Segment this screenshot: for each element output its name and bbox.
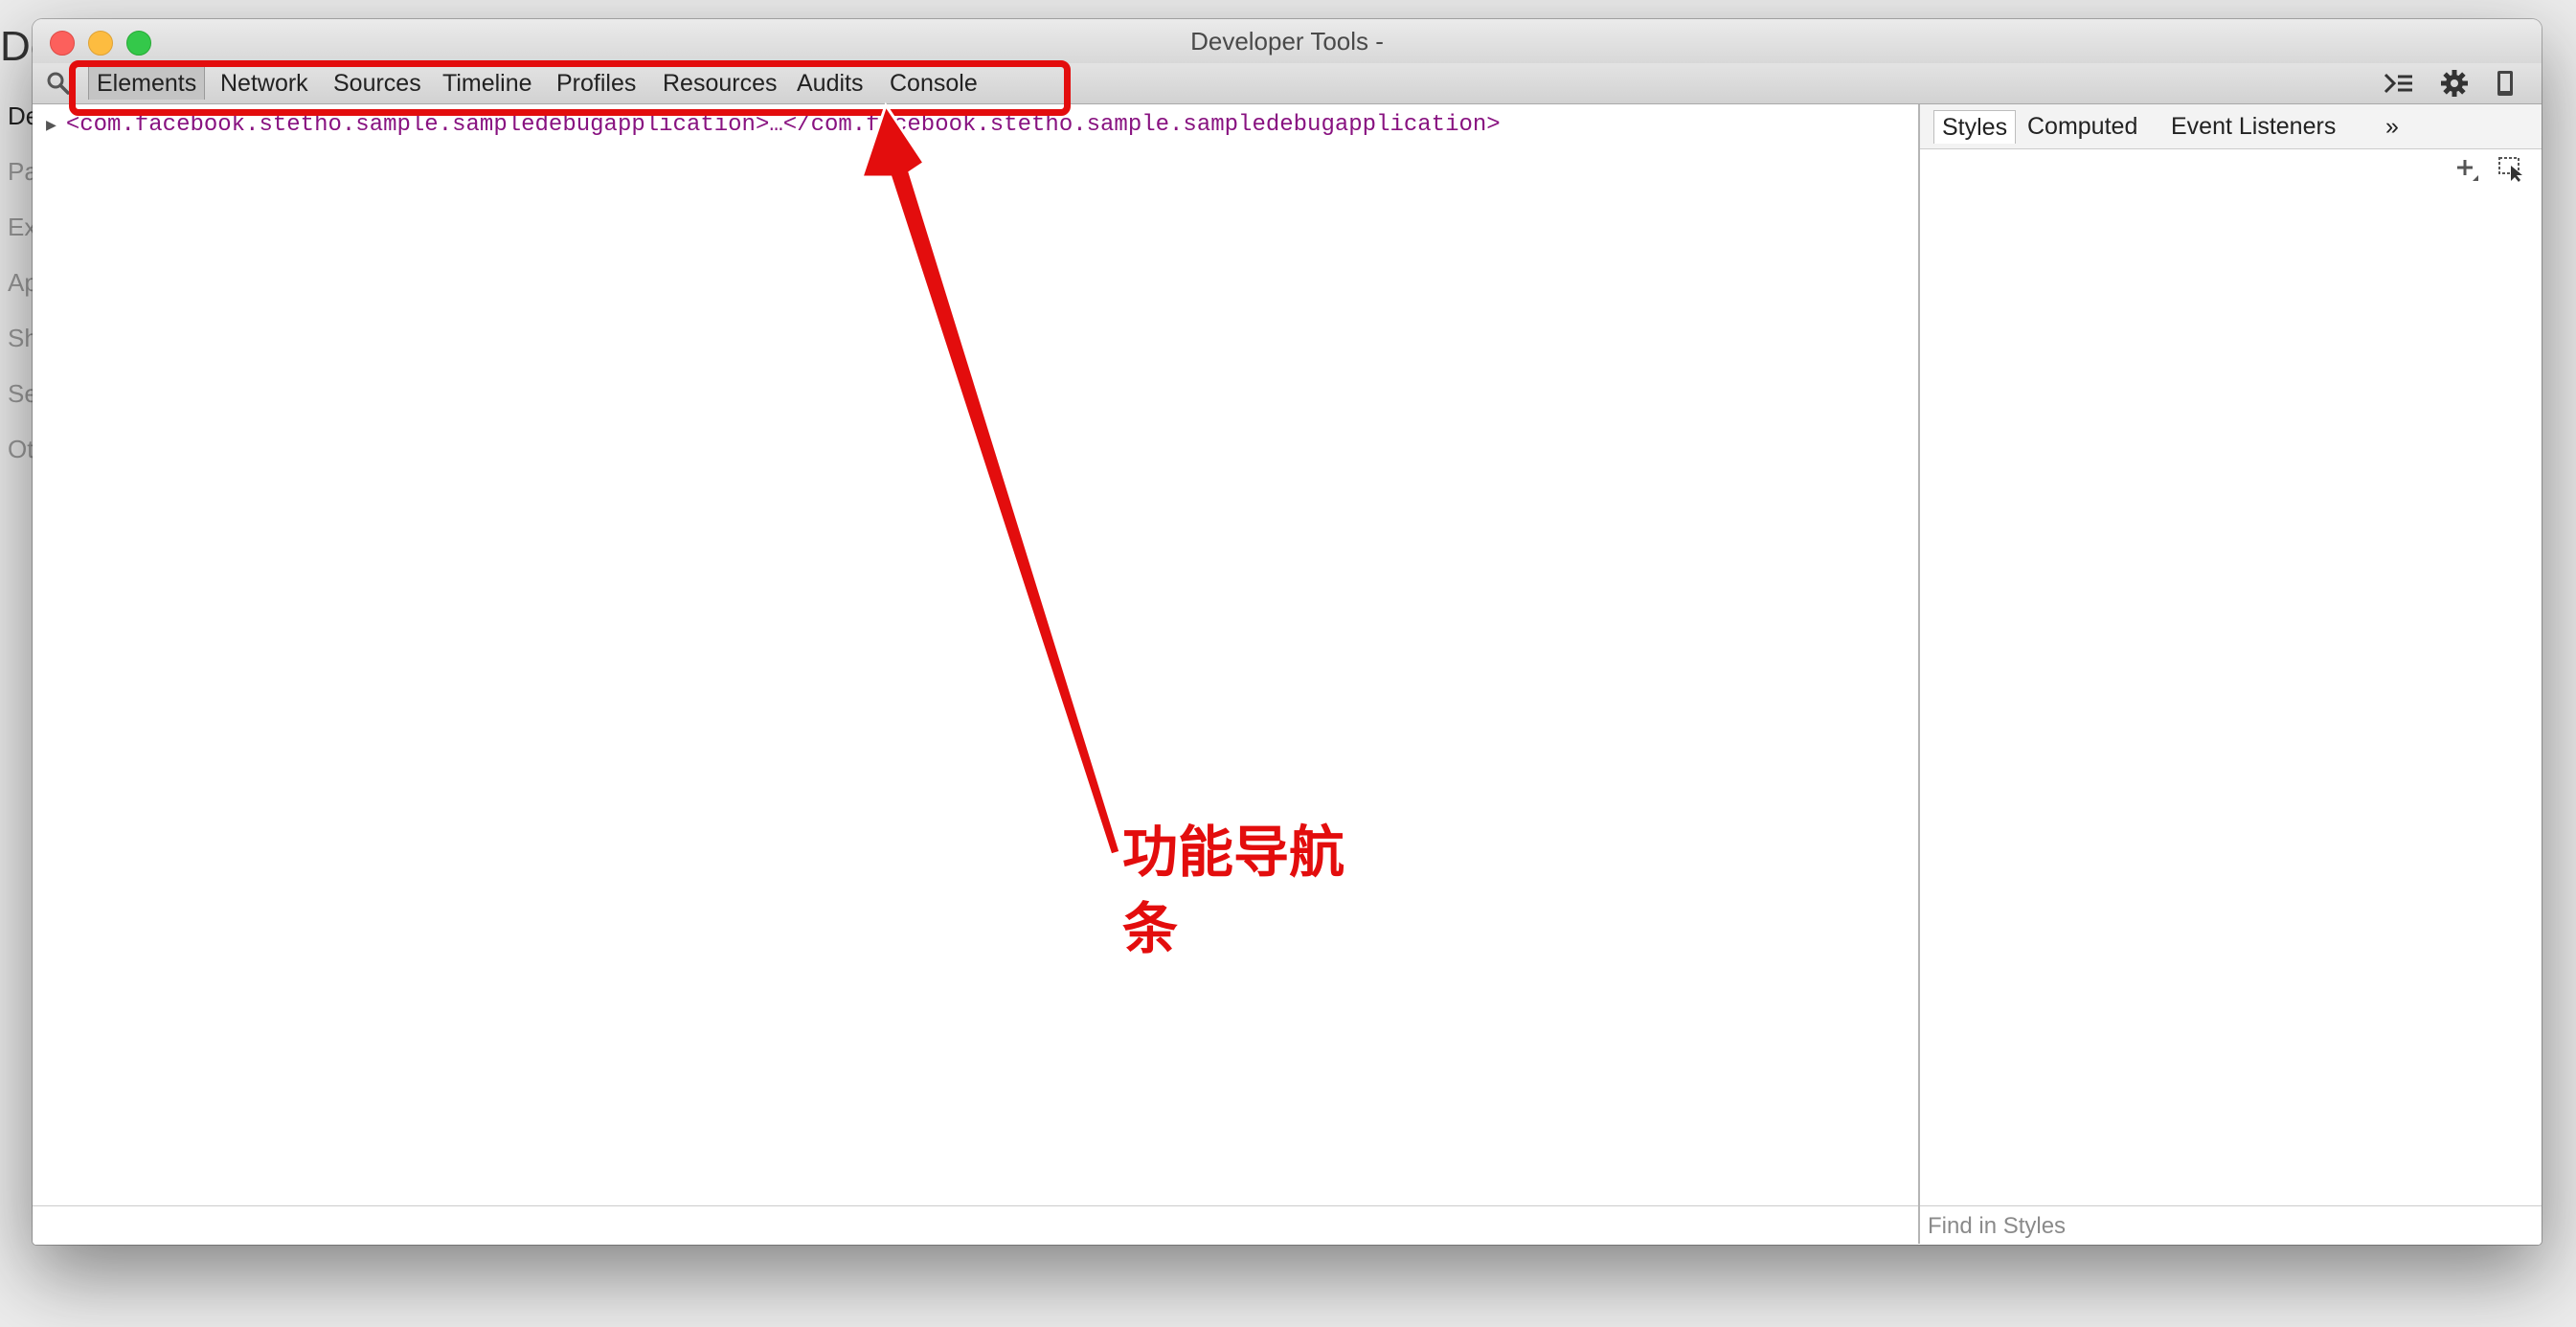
toggle-element-state-icon[interactable] — [2497, 156, 2528, 188]
window-minimize-button[interactable] — [88, 31, 113, 56]
dom-tree-row[interactable]: ▶ <com.facebook.stetho.sample.sampledebug… — [46, 112, 1501, 138]
title-bar: Developer Tools - — [33, 19, 2542, 63]
add-rule-icon[interactable] — [2453, 156, 2480, 188]
tab-event-listeners[interactable]: Event Listeners — [2163, 110, 2343, 143]
annotation-label: 功能导航 条 — [1122, 814, 1371, 967]
console-drawer-icon[interactable] — [2383, 69, 2415, 98]
gear-icon[interactable] — [2438, 69, 2471, 98]
find-in-styles-input[interactable] — [1926, 1210, 2533, 1243]
sidebar-tab-bar: Styles Computed Event Listeners » — [1920, 104, 2542, 149]
styles-toolbar — [2453, 156, 2528, 188]
devtools-window: Developer Tools - Elements Network Sourc… — [33, 19, 2542, 1245]
search-icon[interactable] — [46, 71, 71, 96]
background-nav-item[interactable]: Ot — [8, 435, 34, 464]
elements-dom-tree: ▶ <com.facebook.stetho.sample.sampledebug… — [33, 104, 1918, 1205]
tab-styles[interactable]: Styles — [1933, 110, 2017, 144]
window-maximize-button[interactable] — [126, 31, 151, 56]
device-mode-icon[interactable] — [2490, 69, 2522, 98]
breadcrumb-bar — [33, 1205, 1918, 1245]
window-title: Developer Tools - — [1190, 27, 1384, 56]
expand-triangle-icon[interactable]: ▶ — [46, 117, 56, 136]
tab-computed[interactable]: Computed — [2020, 110, 2145, 143]
styles-filter-bar — [1920, 1205, 2542, 1245]
styles-sidebar: Styles Computed Event Listeners » — [1920, 104, 2542, 1205]
annotation-label-line: 功能导航 — [1122, 820, 1345, 885]
annotation-label-line: 条 — [1122, 896, 1179, 961]
dom-node-text: <com.facebook.stetho.sample.sampledebuga… — [65, 112, 1501, 138]
annotation-highlight-box — [69, 60, 1071, 116]
window-close-button[interactable] — [50, 31, 75, 56]
tabs-overflow-chevron-icon[interactable]: » — [2378, 110, 2407, 143]
